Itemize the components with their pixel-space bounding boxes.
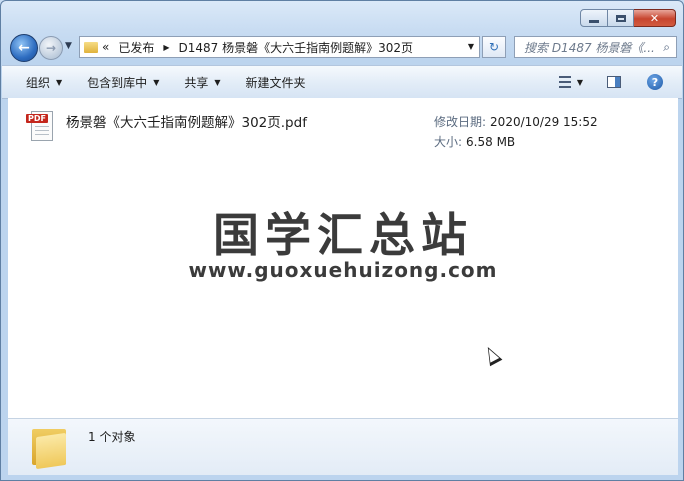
chevron-down-icon: ▼ [153,77,160,87]
modified-date-value: 2020/10/29 15:52 [490,115,598,129]
file-size-value: 6.58 MB [466,135,516,149]
view-dropdown-icon[interactable]: ▼ [577,78,583,87]
mouse-cursor-icon [481,343,503,367]
back-button[interactable]: ← [10,34,38,62]
change-view-icon[interactable] [558,76,571,88]
close-icon: ✕ [649,11,660,25]
refresh-button[interactable]: ↻ [482,36,506,58]
breadcrumb-overflow[interactable]: « [102,40,109,54]
maximize-icon [615,14,626,22]
new-folder-button[interactable]: 新建文件夹 [246,74,306,91]
share-label: 共享 [184,75,209,90]
recent-pages-dropdown[interactable]: ▼ [65,41,72,51]
organize-menu[interactable]: 组织 ▼ [26,74,62,91]
share-menu[interactable]: 共享 ▼ [184,74,220,91]
minimize-button[interactable] [580,9,608,27]
chevron-down-icon: ▼ [214,77,221,87]
maximize-button[interactable] [608,9,634,27]
forward-arrow-icon: → [45,41,57,55]
watermark-url: www.guoxuehuizong.com [188,258,498,282]
help-icon[interactable]: ? [647,74,663,90]
file-size-label: 大小: [434,135,463,149]
back-arrow-icon: ← [18,40,30,56]
organize-label: 组织 [26,75,51,90]
preview-pane-icon[interactable] [607,76,621,88]
view-controls: ▼ ? [558,66,682,98]
modified-date-label: 修改日期: [434,115,487,129]
file-name[interactable]: 杨景磐《大六壬指南例题解》302页.pdf [66,111,307,142]
command-bar: 组织 ▼ 包含到库中 ▼ 共享 ▼ 新建文件夹 ▼ ? [2,65,682,99]
include-in-library-menu[interactable]: 包含到库中 ▼ [87,74,159,91]
item-count: 1 个对象 [88,430,136,444]
folder-icon [32,425,66,470]
minimize-icon [589,19,599,23]
navigation-bar: ← → ▼ « 已发布 ▶ D1487 杨景磐《大六壬指南例题解》302页 ▼ … [1,32,683,62]
list-item[interactable]: PDF 杨景磐《大六壬指南例题解》302页.pdf [26,110,307,142]
chevron-down-icon: ▼ [56,77,63,87]
search-placeholder: 搜索 D1487 杨景磐《... [524,40,655,55]
details-pane: 1 个对象 [8,419,678,475]
explorer-window: ✕ ← → ▼ « 已发布 ▶ D1487 杨景磐《大六壬指南例题解》302页 … [0,0,684,481]
watermark-title: 国学汇总站 [213,208,473,262]
pdf-file-icon-tag: PDF [26,114,48,123]
folder-icon [84,41,98,53]
file-list-area[interactable]: PDF 杨景磐《大六壬指南例题解》302页.pdf 修改日期: 2020/10/2… [8,98,678,419]
address-dropdown-icon[interactable]: ▼ [468,42,474,51]
forward-button[interactable]: → [39,36,63,60]
pdf-file-icon: PDF [26,110,56,142]
new-folder-label: 新建文件夹 [245,75,306,90]
address-bar[interactable]: « 已发布 ▶ D1487 杨景磐《大六壬指南例题解》302页 ▼ [79,36,480,58]
file-details: 修改日期: 2020/10/29 15:52 大小: 6.58 MB [434,112,598,152]
breadcrumb-item-published[interactable]: 已发布 [118,39,154,56]
close-button[interactable]: ✕ [634,9,676,27]
include-in-library-label: 包含到库中 [87,75,148,90]
caption-buttons: ✕ [580,9,676,27]
breadcrumb-separator-icon[interactable]: ▶ [163,43,169,52]
search-icon[interactable]: ⌕ [663,40,670,55]
breadcrumb-item-current[interactable]: D1487 杨景磐《大六壬指南例题解》302页 [179,39,414,56]
search-input[interactable]: 搜索 D1487 杨景磐《... ⌕ [514,36,677,58]
refresh-icon: ↻ [488,40,500,54]
